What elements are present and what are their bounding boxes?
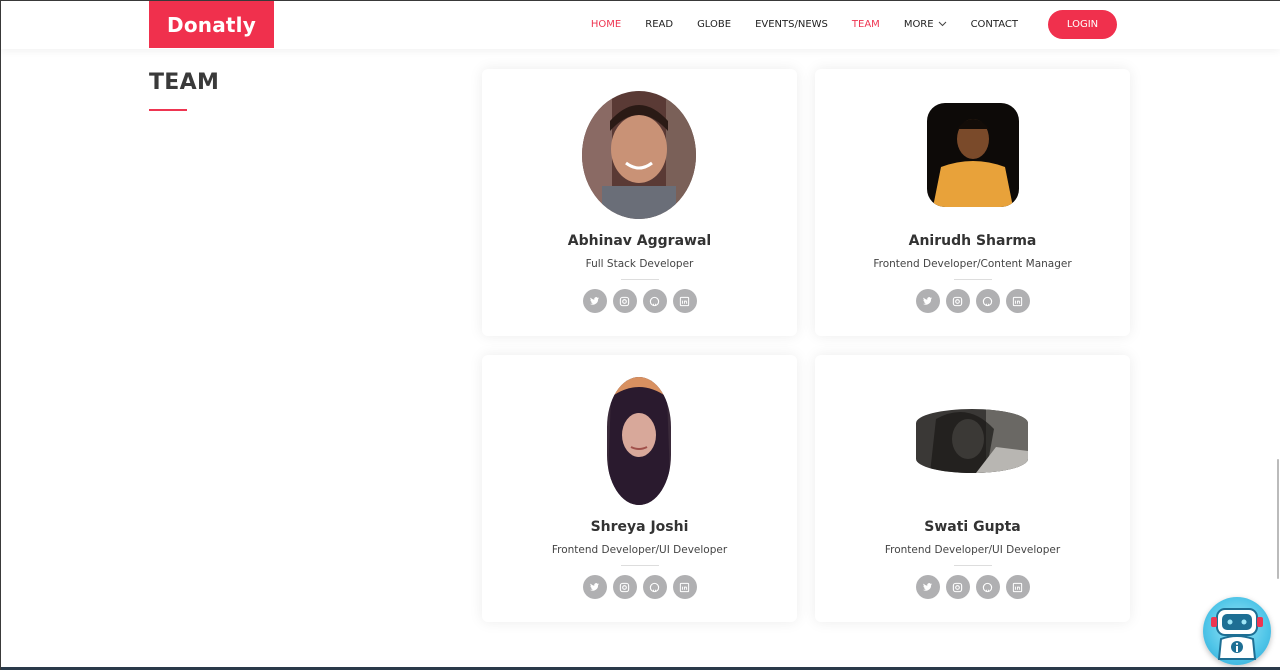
member-role: Frontend Developer/UI Developer — [884, 544, 1061, 556]
github-icon[interactable] — [642, 289, 667, 313]
social-links — [482, 289, 797, 313]
team-card: Swati Gupta Frontend Developer/UI Develo… — [815, 355, 1130, 622]
twitter-icon[interactable] — [915, 575, 940, 599]
member-name: Shreya Joshi — [590, 519, 689, 535]
linkedin-icon[interactable] — [672, 289, 697, 313]
member-name: Swati Gupta — [924, 519, 1021, 535]
chevron-down-icon — [938, 20, 947, 29]
avatar-photo — [607, 377, 671, 505]
twitter-icon[interactable] — [582, 575, 607, 599]
social-links — [815, 289, 1130, 313]
nav-read[interactable]: READ — [645, 19, 673, 30]
github-icon[interactable] — [975, 289, 1000, 313]
member-name: Abhinav Aggrawal — [567, 233, 712, 249]
nav-globe[interactable]: GLOBE — [697, 19, 731, 30]
scrollbar-thumb[interactable] — [1277, 459, 1279, 579]
social-links — [815, 575, 1130, 599]
site-header: Donatly HOME READ GLOBE EVENTS/NEWS TEAM… — [1, 1, 1280, 49]
team-card: Abhinav Aggrawal Full Stack Developer — [482, 69, 797, 336]
linkedin-icon[interactable] — [1005, 575, 1030, 599]
member-role: Frontend Developer/UI Developer — [551, 544, 728, 556]
instagram-icon[interactable] — [945, 575, 970, 599]
divider — [953, 279, 992, 280]
twitter-icon[interactable] — [582, 289, 607, 313]
chatbot-icon[interactable] — [1203, 597, 1271, 665]
nav-more[interactable]: MORE — [904, 19, 947, 30]
instagram-icon[interactable] — [612, 289, 637, 313]
title-underline — [149, 109, 187, 111]
linkedin-icon[interactable] — [1005, 289, 1030, 313]
linkedin-icon[interactable] — [672, 575, 697, 599]
login-button[interactable]: LOGIN — [1048, 10, 1117, 39]
member-name: Anirudh Sharma — [908, 233, 1037, 249]
nav-home[interactable]: HOME — [591, 19, 621, 30]
instagram-icon[interactable] — [945, 289, 970, 313]
nav-more-label: MORE — [903, 19, 934, 30]
team-card: Shreya Joshi Frontend Developer/UI Devel… — [482, 355, 797, 622]
page-scrollbar[interactable] — [1276, 49, 1280, 667]
nav-events-news[interactable]: EVENTS/NEWS — [755, 19, 828, 30]
brand-logo[interactable]: Donatly — [149, 1, 274, 48]
github-icon[interactable] — [642, 575, 667, 599]
social-links — [482, 575, 797, 599]
twitter-icon[interactable] — [915, 289, 940, 313]
avatar-photo — [916, 409, 1028, 473]
page-title: TEAM — [149, 70, 220, 95]
nav-team[interactable]: TEAM — [852, 19, 880, 30]
main-nav: HOME READ GLOBE EVENTS/NEWS TEAM MORE CO… — [591, 1, 1117, 48]
team-card: Anirudh Sharma Frontend Developer/Conten… — [815, 69, 1130, 336]
github-icon[interactable] — [975, 575, 1000, 599]
divider — [953, 565, 992, 566]
divider — [620, 565, 659, 566]
avatar-photo — [927, 103, 1019, 207]
instagram-icon[interactable] — [612, 575, 637, 599]
divider — [620, 279, 659, 280]
member-role: Frontend Developer/Content Manager — [873, 258, 1072, 270]
nav-contact[interactable]: CONTACT — [971, 19, 1018, 30]
avatar-photo — [582, 91, 696, 219]
member-role: Full Stack Developer — [585, 258, 694, 270]
